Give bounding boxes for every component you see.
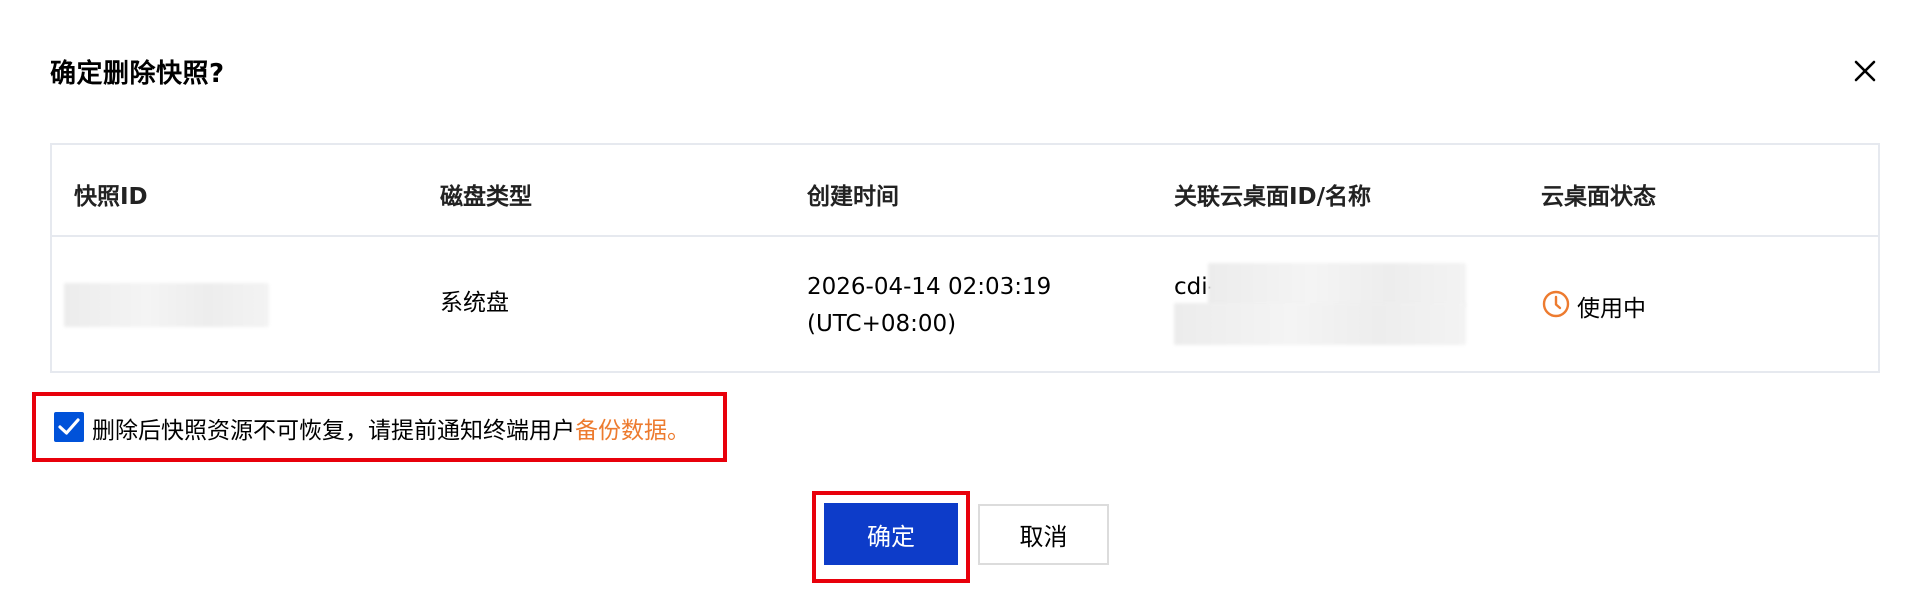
created-timezone: (UTC+08:00) (807, 311, 957, 337)
header-desktop-id-name: 关联云桌面ID/名称 (1174, 184, 1372, 210)
header-snapshot-id: 快照ID (74, 184, 148, 210)
snapshot-table: 快照ID 磁盘类型 创建时间 关联云桌面ID/名称 云桌面状态 系统盘 2026… (50, 143, 1880, 373)
backup-data-link[interactable]: 备份数据。 (575, 418, 690, 444)
acknowledge-checkbox[interactable] (54, 412, 84, 442)
header-created-time: 创建时间 (807, 184, 899, 210)
confirm-acknowledge-row: 删除后快照资源不可恢复，请提前通知终端用户备份数据。 (32, 392, 727, 462)
disk-type-cell: 系统盘 (440, 290, 509, 316)
desktop-id-redacted-2 (1174, 303, 1466, 345)
delete-snapshot-dialog: 确定删除快照? 快照ID 磁盘类型 创建时间 关联云桌面ID/名称 云桌面状态 … (0, 0, 1920, 608)
table-header: 快照ID 磁盘类型 创建时间 关联云桌面ID/名称 云桌面状态 (52, 145, 1878, 237)
header-disk-type: 磁盘类型 (440, 184, 532, 210)
clock-icon (1541, 289, 1571, 323)
status-text: 使用中 (1577, 296, 1646, 322)
confirm-button[interactable]: 确定 (824, 503, 958, 565)
close-icon[interactable] (1852, 58, 1878, 84)
acknowledge-text: 删除后快照资源不可恢复，请提前通知终端用户 (92, 418, 575, 444)
dialog-title: 确定删除快照? (50, 59, 225, 89)
cancel-button[interactable]: 取消 (978, 504, 1109, 565)
acknowledge-label: 删除后快照资源不可恢复，请提前通知终端用户备份数据。 (92, 411, 690, 445)
status-cell: 使用中 (1541, 289, 1646, 323)
created-date: 2026-04-14 02:03:19 (807, 274, 1052, 300)
snapshot-id-redacted (64, 283, 269, 327)
header-desktop-status: 云桌面状态 (1541, 184, 1656, 210)
desktop-id-redacted-1 (1208, 263, 1466, 307)
